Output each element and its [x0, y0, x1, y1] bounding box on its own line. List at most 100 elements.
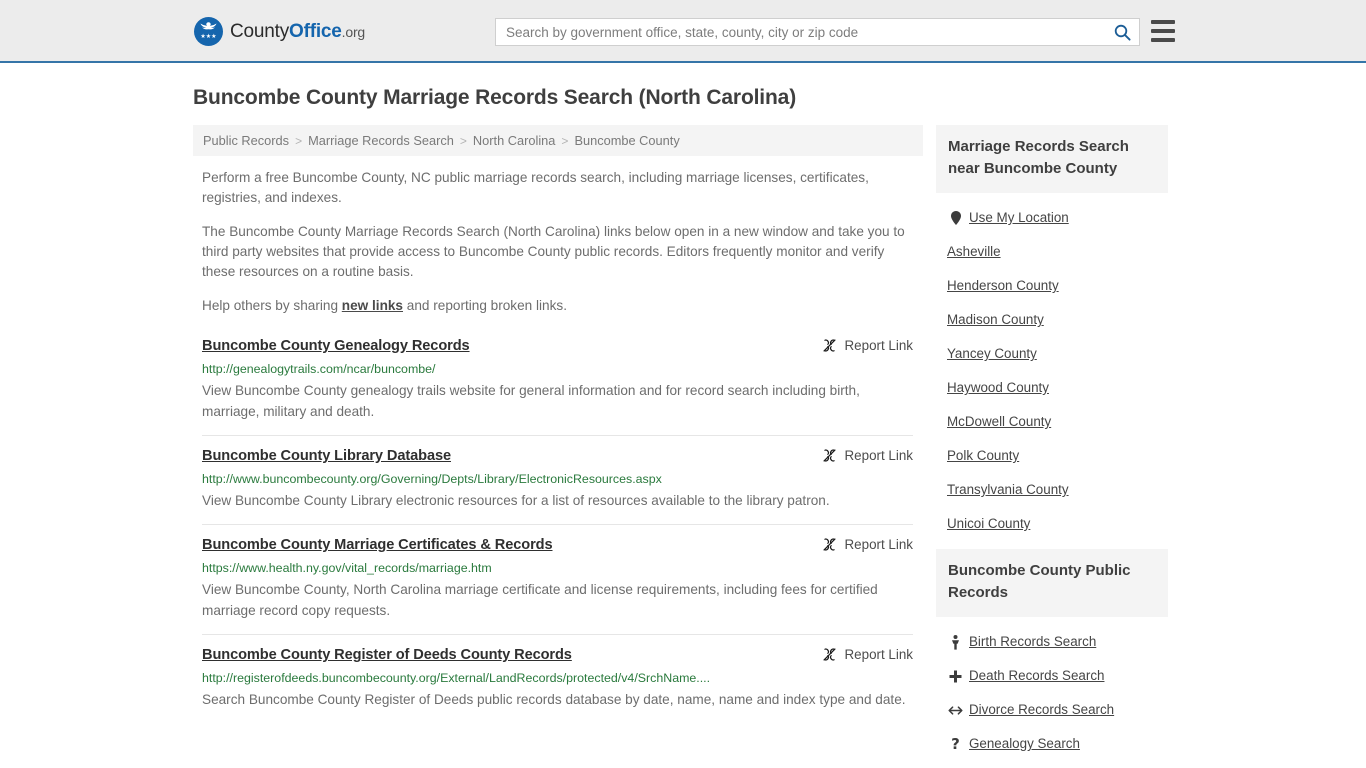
left-right-arrow-icon: [947, 705, 964, 716]
intro-p3-after: and reporting broken links.: [403, 298, 567, 313]
result-description: View Buncombe County Library electronic …: [202, 493, 830, 508]
result-title-link[interactable]: Buncombe County Library Database: [202, 447, 451, 466]
baby-icon: [947, 634, 964, 650]
sidebar-item-asheville[interactable]: Asheville: [936, 235, 1168, 269]
sidebar-item-use-my-location[interactable]: Use My Location: [936, 201, 1168, 235]
report-link-button[interactable]: Report Link: [822, 338, 913, 353]
sidebar-link-label[interactable]: McDowell County: [947, 413, 1051, 431]
sidebar-item-death-records-search[interactable]: Death Records Search: [936, 659, 1168, 693]
report-link-label: Report Link: [844, 537, 913, 552]
sidebar-item-polk-county[interactable]: Polk County: [936, 439, 1168, 473]
cross-icon: [947, 670, 964, 683]
sidebar-link-label[interactable]: Yancey County: [947, 345, 1037, 363]
sidebar-link-label[interactable]: Transylvania County: [947, 481, 1069, 499]
intro-paragraph-1: Perform a free Buncombe County, NC publi…: [202, 170, 869, 205]
hamburger-menu-icon[interactable]: [1151, 20, 1175, 42]
broken-link-icon: [822, 449, 836, 462]
menu-bar-2: [1151, 29, 1175, 33]
report-link-button[interactable]: Report Link: [822, 448, 913, 463]
sidebar-link-label[interactable]: Birth Records Search: [969, 633, 1096, 651]
brand-wordmark: CountyOffice.org: [230, 22, 365, 42]
brand-office: Office: [289, 20, 342, 42]
sidebar-link-label[interactable]: Madison County: [947, 311, 1044, 329]
search-button[interactable]: [1105, 19, 1139, 45]
sidebar-item-mcdowell-county[interactable]: McDowell County: [936, 405, 1168, 439]
broken-link-icon: [822, 339, 836, 352]
sidebar: Marriage Records Search near Buncombe Co…: [936, 125, 1168, 768]
broken-link-icon: [822, 538, 836, 551]
sidebar-nearby-heading: Marriage Records Search near Buncombe Co…: [936, 125, 1168, 193]
result-title-link[interactable]: Buncombe County Marriage Certificates & …: [202, 536, 553, 555]
intro-p3-before: Help others by sharing: [202, 298, 342, 313]
site-logo[interactable]: ★★★ CountyOffice.org: [194, 17, 365, 46]
sidebar-link-label[interactable]: Asheville: [947, 243, 1001, 261]
page-title: Buncombe County Marriage Records Search …: [193, 86, 797, 109]
result-item: Buncombe County Genealogy Records Report: [202, 333, 913, 435]
sidebar-public-records-links: Birth Records Search Death Records Searc…: [936, 617, 1168, 761]
main-column: Public Records > Marriage Records Search…: [193, 125, 923, 723]
countyoffice-logo-icon: ★★★: [194, 17, 223, 46]
new-links-link[interactable]: new links: [342, 298, 403, 313]
breadcrumb-item-north-carolina[interactable]: North Carolina: [473, 133, 556, 148]
sidebar-item-divorce-records-search[interactable]: Divorce Records Search: [936, 693, 1168, 727]
result-description: View Buncombe County, North Carolina mar…: [202, 582, 878, 618]
result-url[interactable]: http://genealogytrails.com/ncar/buncombe…: [202, 361, 913, 377]
logo-stars: ★★★: [200, 34, 217, 40]
menu-bar-3: [1151, 38, 1175, 42]
question-mark-icon: ?: [947, 737, 964, 752]
sidebar-panel-nearby: Marriage Records Search near Buncombe Co…: [936, 125, 1168, 541]
content-container: Buncombe County Marriage Records Search …: [193, 85, 1173, 768]
breadcrumb-item-public-records[interactable]: Public Records: [203, 133, 289, 148]
report-link-button[interactable]: Report Link: [822, 537, 913, 552]
sidebar-link-label[interactable]: Haywood County: [947, 379, 1049, 397]
broken-link-icon: [822, 648, 836, 661]
result-url[interactable]: http://registerofdeeds.buncombecounty.or…: [202, 670, 913, 686]
intro-paragraph-3: Help others by sharing new links and rep…: [202, 296, 913, 316]
sidebar-item-madison-county[interactable]: Madison County: [936, 303, 1168, 337]
sidebar-item-birth-records-search[interactable]: Birth Records Search: [936, 625, 1168, 659]
menu-bar-1: [1151, 20, 1175, 24]
sidebar-link-label[interactable]: Divorce Records Search: [969, 701, 1114, 719]
report-link-label: Report Link: [844, 338, 913, 353]
sidebar-link-label[interactable]: Genealogy Search: [969, 735, 1080, 753]
sidebar-link-label[interactable]: Henderson County: [947, 277, 1059, 295]
sidebar-link-label[interactable]: Use My Location: [969, 209, 1069, 227]
header-inner: ★★★ CountyOffice.org: [0, 0, 1366, 61]
content-layout: Public Records > Marriage Records Search…: [193, 125, 1173, 768]
result-item: Buncombe County Library Database Report: [202, 435, 913, 524]
breadcrumb-separator: >: [561, 133, 569, 148]
result-url[interactable]: http://www.buncombecounty.org/Governing/…: [202, 471, 913, 487]
result-header: Buncombe County Genealogy Records Report: [202, 337, 913, 356]
page-body: Buncombe County Marriage Records Search …: [0, 63, 1366, 768]
result-description: View Buncombe County genealogy trails we…: [202, 383, 860, 419]
sidebar-item-genealogy-search[interactable]: ? Genealogy Search: [936, 727, 1168, 761]
breadcrumb-separator: >: [459, 133, 467, 148]
report-link-label: Report Link: [844, 647, 913, 662]
sidebar-link-label[interactable]: Death Records Search: [969, 667, 1104, 685]
search-input[interactable]: [496, 19, 1105, 45]
sidebar-item-yancey-county[interactable]: Yancey County: [936, 337, 1168, 371]
sidebar-link-label[interactable]: Unicoi County: [947, 515, 1030, 533]
intro-text: Perform a free Buncombe County, NC publi…: [193, 168, 923, 316]
brand-county: County: [230, 20, 290, 42]
search-icon: [1114, 24, 1131, 41]
breadcrumb-item-marriage-records-search[interactable]: Marriage Records Search: [308, 133, 454, 148]
result-url[interactable]: https://www.health.ny.gov/vital_records/…: [202, 560, 913, 576]
sidebar-item-transylvania-county[interactable]: Transylvania County: [936, 473, 1168, 507]
report-link-button[interactable]: Report Link: [822, 647, 913, 662]
sidebar-item-unicoi-county[interactable]: Unicoi County: [936, 507, 1168, 541]
result-description: Search Buncombe County Register of Deeds…: [202, 692, 906, 707]
result-title-link[interactable]: Buncombe County Register of Deeds County…: [202, 646, 572, 665]
result-header: Buncombe County Marriage Certificates & …: [202, 536, 913, 555]
sidebar-item-haywood-county[interactable]: Haywood County: [936, 371, 1168, 405]
results-list: Buncombe County Genealogy Records Report: [193, 333, 923, 723]
sidebar-link-label[interactable]: Polk County: [947, 447, 1019, 465]
breadcrumb: Public Records > Marriage Records Search…: [193, 125, 923, 156]
result-title-link[interactable]: Buncombe County Genealogy Records: [202, 337, 470, 356]
breadcrumb-item-buncombe-county[interactable]: Buncombe County: [574, 133, 679, 148]
intro-paragraph-2: The Buncombe County Marriage Records Sea…: [202, 224, 905, 279]
result-item: Buncombe County Marriage Certificates & …: [202, 524, 913, 634]
brand-org: .org: [341, 23, 366, 40]
search-bar[interactable]: [495, 18, 1140, 46]
sidebar-item-henderson-county[interactable]: Henderson County: [936, 269, 1168, 303]
